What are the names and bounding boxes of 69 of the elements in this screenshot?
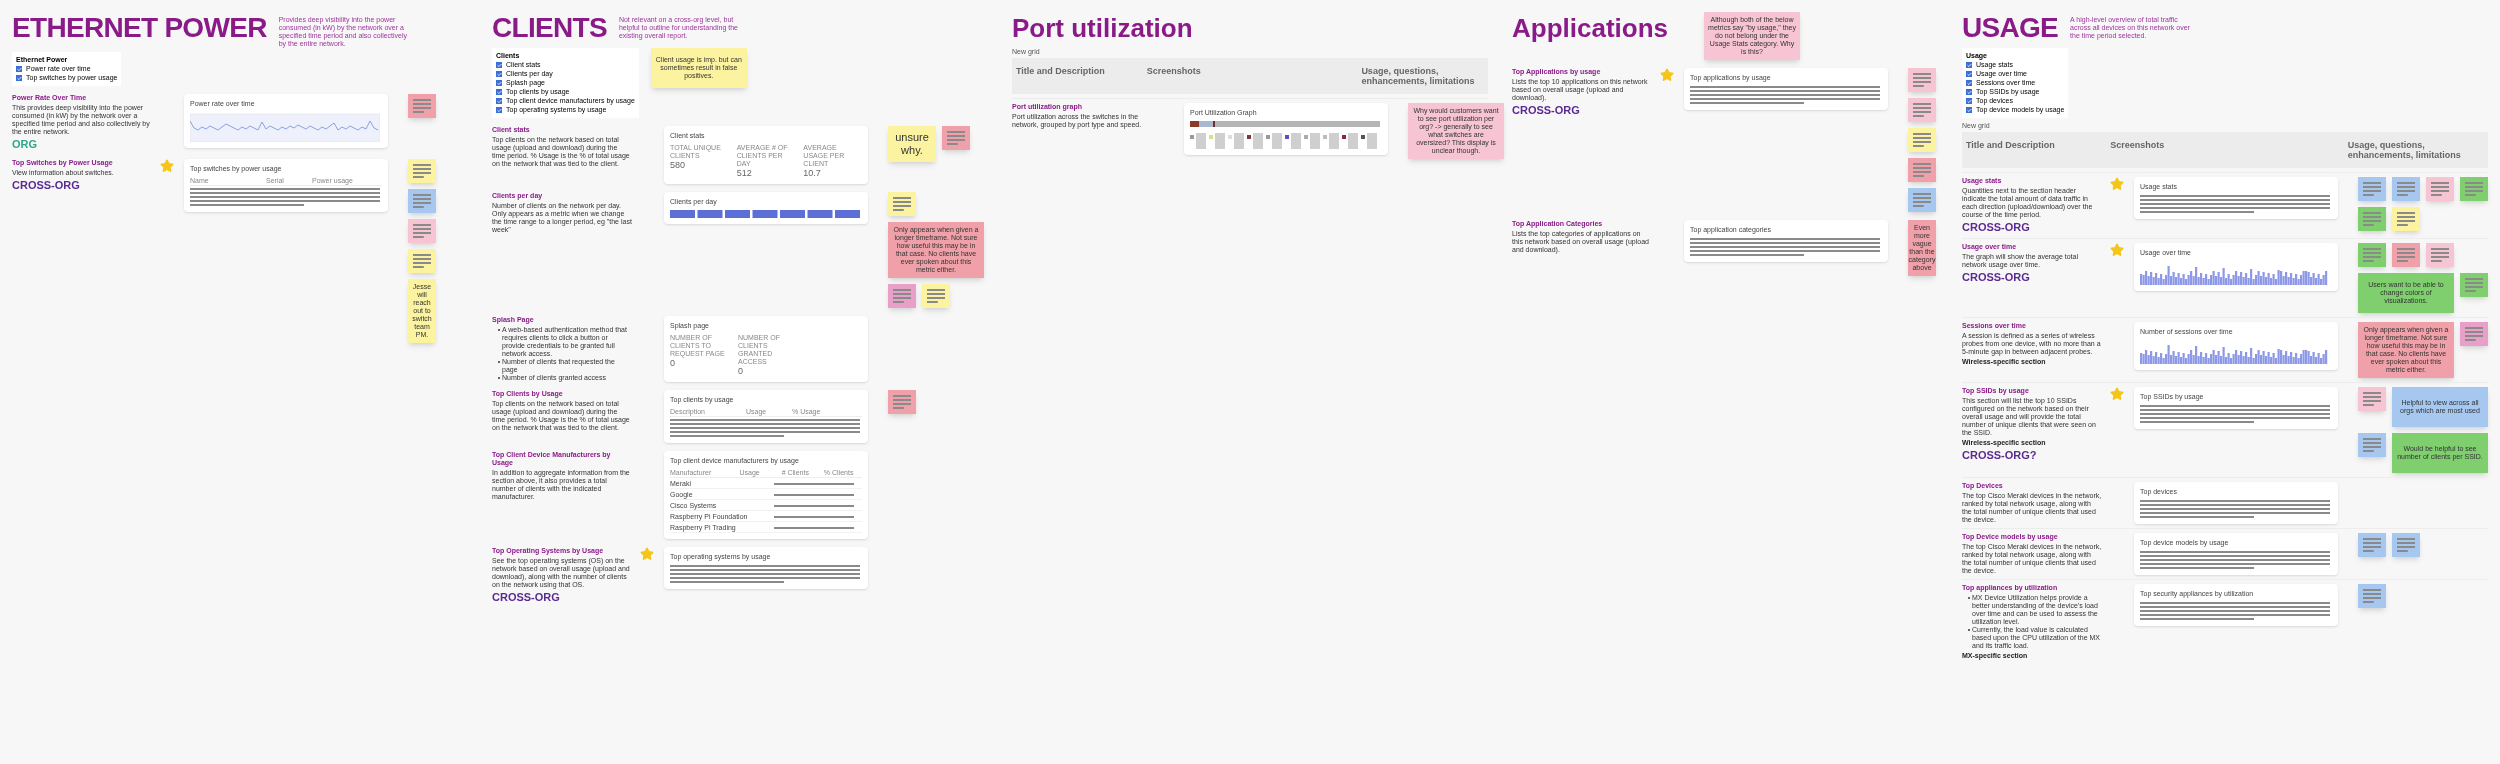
checkbox[interactable] — [1966, 71, 1972, 77]
column-heading: Title and Description — [1966, 140, 2056, 152]
checkbox[interactable] — [1966, 98, 1972, 104]
illegible-text-drawing — [2397, 538, 2415, 552]
illegible-text-drawing — [413, 164, 431, 178]
illegible-text-drawing — [2397, 212, 2415, 226]
checkbox[interactable] — [1966, 80, 1972, 86]
illegible-text-drawing — [2363, 212, 2381, 226]
illegible-text-drawing — [2465, 278, 2483, 292]
column-heading: Screenshots — [2110, 140, 2166, 152]
illegible-text-drawing — [2431, 248, 2449, 262]
stat-value: 512 — [736, 168, 753, 178]
checkbox[interactable] — [16, 66, 22, 72]
checkbox[interactable] — [496, 107, 502, 113]
illegible-text-drawing — [2363, 538, 2381, 552]
illegible-text-drawing — [2363, 589, 2381, 603]
checkbox[interactable] — [496, 71, 502, 77]
checkbox[interactable] — [1966, 62, 1972, 68]
illegible-text-drawing — [947, 131, 965, 145]
illegible-text-drawing — [413, 224, 431, 238]
board-title: CLIENTS — [492, 12, 607, 44]
illegible-text-drawing — [1913, 193, 1931, 207]
scope-label: ORG — [12, 138, 39, 151]
scope-label: CROSS-ORG — [12, 179, 81, 192]
column-heading: Title and Description — [1016, 66, 1106, 78]
stat-value: 580 — [670, 160, 687, 170]
stat-value: 0 — [670, 358, 676, 368]
illegible-text-drawing — [413, 99, 431, 113]
illegible-text-drawing — [413, 194, 431, 208]
scope-label: CROSS-ORG — [1962, 221, 2031, 234]
checkbox[interactable] — [496, 98, 502, 104]
illegible-text-drawing — [1913, 163, 1931, 177]
illegible-text-drawing — [2397, 248, 2415, 262]
illegible-text-drawing — [2363, 248, 2381, 262]
board-title: USAGE — [1962, 12, 2059, 44]
checkbox[interactable] — [496, 89, 502, 95]
illegible-text-drawing — [1913, 133, 1931, 147]
scope-label: CROSS-ORG — [1962, 271, 2031, 284]
illegible-text-drawing — [893, 395, 911, 409]
illegible-text-drawing — [1913, 103, 1931, 117]
checkbox[interactable] — [1966, 89, 1972, 95]
column-heading: Screenshots — [1146, 66, 1202, 78]
board-title: Port utilization — [1012, 12, 1193, 44]
column-heading: Usage, questions, enhancements, limitations — [1361, 66, 1476, 86]
illegible-text-drawing — [2363, 392, 2381, 406]
stat-value: 0 — [738, 366, 744, 376]
note-text: unsure why. — [894, 131, 930, 157]
checkbox[interactable] — [496, 62, 502, 68]
illegible-text-drawing — [2465, 327, 2483, 341]
illegible-text-drawing — [2397, 182, 2415, 196]
illegible-text-drawing — [1913, 73, 1931, 87]
illegible-text-drawing — [2431, 182, 2449, 196]
column-heading: Usage, questions, enhancements, limitations — [2347, 140, 2462, 160]
illegible-text-drawing — [2363, 438, 2381, 452]
illegible-text-drawing — [927, 289, 945, 303]
checkbox[interactable] — [1966, 107, 1972, 113]
illegible-text-drawing — [2465, 182, 2483, 196]
scope-label: CROSS-ORG? — [1962, 449, 2038, 462]
illegible-text-drawing — [2363, 182, 2381, 196]
illegible-text-drawing — [413, 254, 431, 268]
board-title: Applications — [1512, 12, 1668, 44]
checkbox[interactable] — [16, 75, 22, 81]
illegible-text-drawing — [893, 197, 911, 211]
scope-label: CROSS-ORG — [1512, 104, 1581, 117]
illegible-text-drawing — [893, 289, 911, 303]
checkbox[interactable] — [496, 80, 502, 86]
scope-label: CROSS-ORG — [492, 591, 561, 604]
stat-value: 10.7 — [803, 168, 822, 178]
board-title: ETHERNET POWER — [12, 12, 267, 44]
